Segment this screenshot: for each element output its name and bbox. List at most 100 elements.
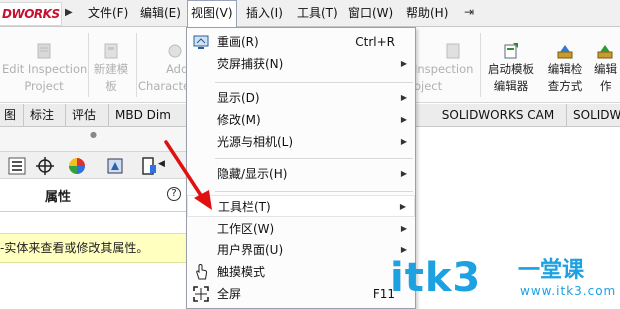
tab-solidworks-more[interactable]: SOLIDW	[567, 104, 620, 127]
menu-item-label: 荧屏捕获(N)	[217, 57, 284, 71]
tab-mbd-dimensions[interactable]: MBD Dim	[109, 104, 187, 127]
red-arrow-annotation	[164, 140, 212, 210]
menu-tools[interactable]: 工具(T)	[294, 0, 341, 26]
edit-inspection-project-button[interactable]: Edit Inspection Project	[2, 42, 88, 95]
label-line2: oject	[414, 79, 443, 93]
new-template-icon	[104, 43, 118, 59]
property-title: 属性	[45, 190, 72, 205]
menu-file[interactable]: 文件(F)	[85, 0, 131, 26]
feature-manager-icon[interactable]	[6, 155, 28, 177]
submenu-arrow-icon: ▶	[400, 93, 407, 102]
menu-separator	[215, 158, 413, 159]
label-line2: 编辑器	[493, 79, 529, 93]
manager-pane-tabs: ◀	[0, 151, 187, 179]
menu-view[interactable]: 视图(V)	[187, 0, 237, 27]
menu-item-full-screen[interactable]: 全屏 F11	[187, 283, 415, 305]
tab-solidworks-cam[interactable]: SOLIDWORKS CAM	[430, 104, 567, 127]
menu-item-toolbars[interactable]: 工具栏(T) ▶	[187, 195, 415, 217]
menu-separator	[215, 191, 413, 192]
menu-item-label: 修改(M)	[217, 113, 261, 127]
label-line2: 作	[600, 79, 612, 93]
pin-icon[interactable]: ⇥	[464, 5, 474, 19]
property-panel-header	[0, 180, 187, 210]
menu-item-label: 重画(R)	[217, 35, 259, 49]
add-characteristic-icon	[168, 44, 182, 58]
fullscreen-icon	[193, 286, 209, 302]
menu-insert[interactable]: 插入(I)	[243, 0, 286, 26]
submenu-arrow-icon: ▶	[400, 59, 407, 68]
label-line2: Project	[24, 79, 64, 93]
label-line2: Characte	[138, 79, 191, 93]
menu-item-redraw[interactable]: 重画(R) Ctrl+R	[187, 31, 415, 53]
edit-inspection-method-button[interactable]: 编辑检 查方式	[542, 42, 588, 95]
submenu-arrow-icon: ▶	[399, 202, 406, 211]
property-hint: -实体来查看或修改其属性。	[0, 233, 187, 263]
display-manager-icon[interactable]	[138, 155, 160, 177]
menu-item-label: 工作区(W)	[217, 222, 275, 236]
menu-item-hide-show[interactable]: 隐藏/显示(H) ▶	[187, 163, 415, 185]
menu-item-label: 全屏	[217, 287, 242, 301]
menu-item-screen-capture[interactable]: 荧屏捕获(N) ▶	[187, 53, 415, 75]
inspection-method-icon	[557, 45, 573, 59]
menu-item-modify[interactable]: 修改(M) ▶	[187, 109, 415, 131]
menu-item-label: 触摸模式	[217, 265, 266, 279]
watermark-main: itk3	[390, 255, 482, 301]
label-line1: Edit Inspection	[2, 62, 88, 76]
inspection-icon	[446, 43, 460, 59]
touch-hand-icon	[196, 263, 208, 280]
label-line1: 编辑检	[547, 62, 583, 76]
add-characteristic-button[interactable]: Add Characte	[138, 42, 191, 95]
crosshair-icon[interactable]	[34, 155, 56, 177]
property-panel-body	[0, 263, 187, 309]
tab-evaluate[interactable]: 评估	[66, 104, 109, 127]
menu-edit[interactable]: 编辑(E)	[137, 0, 184, 26]
menu-item-label: 隐藏/显示(H)	[217, 167, 288, 181]
ribbon-divider	[480, 33, 481, 97]
panel-divider	[0, 211, 187, 233]
solidworks-logo[interactable]: DWORKS	[0, 2, 62, 26]
label-line1: Inspection	[414, 62, 474, 76]
menu-item-user-interface[interactable]: 用户界面(U) ▶	[187, 239, 415, 261]
tab-sketch[interactable]: 图	[0, 104, 24, 127]
label-line1: 新建模	[93, 62, 129, 76]
new-template-button[interactable]: 新建模 板	[88, 42, 134, 95]
inspection-project-button[interactable]: Inspection oject	[414, 42, 478, 95]
submenu-arrow-icon: ▶	[400, 224, 407, 233]
view-menu-dropdown: 重画(R) Ctrl+R 荧屏捕获(N) ▶ 显示(D) ▶ 修改(M) ▶ 光…	[186, 27, 416, 309]
redraw-icon	[193, 35, 209, 49]
menu-item-touch-mode[interactable]: 触摸模式	[187, 261, 415, 283]
menu-item-lights-cameras[interactable]: 光源与相机(L) ▶	[187, 131, 415, 153]
label-line2: 查方式	[547, 79, 583, 93]
inspection-icon	[37, 43, 51, 59]
menu-item-workspace[interactable]: 工作区(W) ▶	[187, 218, 415, 240]
template-editor-icon	[504, 43, 518, 59]
menu-window[interactable]: 窗口(W)	[345, 0, 396, 26]
watermark: itk3 一堂课 www.itk3.com	[390, 254, 620, 309]
watermark-url: www.itk3.com	[520, 284, 617, 298]
label-line2: 板	[105, 79, 117, 93]
ribbon-divider	[136, 33, 137, 97]
submenu-arrow-icon: ▶	[400, 115, 407, 124]
label-line1: 启动模板	[488, 62, 534, 76]
menu-item-label: 显示(D)	[217, 91, 260, 105]
menu-help[interactable]: 帮助(H)	[403, 0, 451, 26]
submenu-arrow-icon: ▶	[400, 137, 407, 146]
dimxpert-icon[interactable]	[104, 155, 126, 177]
menu-separator	[215, 82, 413, 83]
appearance-icon[interactable]	[66, 155, 88, 177]
edit-operation-button[interactable]: 编辑 作	[590, 42, 620, 95]
chevron-right-icon[interactable]: ▶	[65, 6, 77, 20]
shortcut-label: Ctrl+R	[355, 35, 395, 49]
logo-text: DWORKS	[2, 7, 60, 21]
label-line1: 编辑	[594, 62, 617, 76]
submenu-arrow-icon: ▶	[400, 169, 407, 178]
menu-item-label: 光源与相机(L)	[217, 135, 294, 149]
menu-item-display[interactable]: 显示(D) ▶	[187, 87, 415, 109]
menu-item-label: 用户界面(U)	[217, 243, 284, 257]
watermark-cn: 一堂课	[518, 258, 585, 283]
menubar: DWORKS ▶ 文件(F) 编辑(E) 视图(V) 插入(I) 工具(T) 窗…	[0, 0, 620, 27]
operation-icon	[597, 45, 613, 59]
launch-template-editor-button[interactable]: 启动模板 编辑器	[482, 42, 540, 95]
tab-markup[interactable]: 标注	[24, 104, 66, 127]
menu-item-label: 工具栏(T)	[218, 200, 271, 214]
